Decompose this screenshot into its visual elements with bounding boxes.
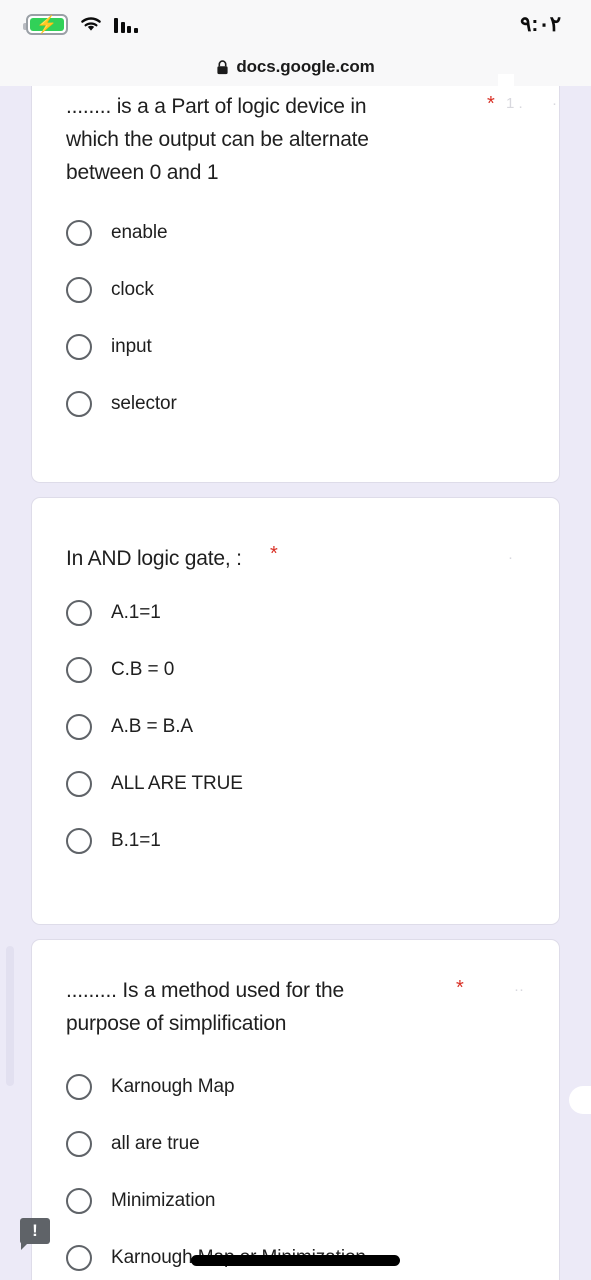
home-indicator-bar[interactable] [191, 1255, 400, 1266]
radio-button[interactable] [66, 1073, 92, 1100]
radio-button[interactable] [66, 713, 92, 740]
question-3-header: ......... Is a method used for the purpo… [32, 940, 559, 1040]
question-1-faint-meta: 1 . [506, 95, 523, 112]
status-bar: ⚡ ٩:٠٢ [0, 0, 591, 48]
option-label: B.1=1 [111, 829, 161, 851]
radio-button[interactable] [66, 827, 92, 854]
status-bar-clock: ٩:٠٢ [520, 12, 561, 36]
option-row[interactable]: input [66, 318, 177, 375]
option-label: all are true [111, 1132, 200, 1154]
chrome-edge-notch [498, 74, 514, 88]
option-label: input [111, 335, 152, 357]
option-row[interactable]: clock [66, 261, 177, 318]
question-2-required-star: * [270, 543, 278, 565]
question-2-options: A.1=1 C.B = 0 A.B = B.A ALL ARE TRUE B.1… [66, 584, 243, 869]
lock-icon [217, 59, 228, 74]
question-3-options: Karnough Map all are true Minimization K… [66, 1058, 366, 1280]
radio-button[interactable] [66, 390, 92, 417]
radio-button[interactable] [66, 276, 92, 303]
option-row[interactable]: B.1=1 [66, 812, 243, 869]
question-card-3: ......... Is a method used for the purpo… [31, 939, 560, 1280]
option-label: A.B = B.A [111, 715, 194, 737]
question-3-required-star: * [456, 977, 464, 999]
radio-button[interactable] [66, 656, 92, 683]
option-row[interactable]: Minimization [66, 1172, 366, 1229]
radio-button[interactable] [66, 219, 92, 246]
option-row[interactable]: selector [66, 375, 177, 432]
question-2-faint-meta-2: · [508, 549, 513, 566]
option-row[interactable]: all are true [66, 1115, 366, 1172]
question-3-faint-meta-2: ·· [514, 981, 524, 998]
option-label: C.B = 0 [111, 658, 175, 680]
question-1-options: enable clock input selector [66, 204, 177, 432]
question-1-header: ........ is a a Part of logic device in … [32, 86, 559, 189]
page-edge-highlight [569, 1086, 591, 1114]
option-row[interactable]: A.1=1 [66, 584, 243, 641]
option-label: Karnough Map [111, 1075, 235, 1097]
question-1-required-star: * [487, 93, 495, 115]
question-card-1: ........ is a a Part of logic device in … [31, 86, 560, 483]
option-label: enable [111, 221, 168, 243]
feedback-exclamation-glyph: ! [32, 1220, 38, 1240]
option-row[interactable]: Karnough Map [66, 1058, 366, 1115]
question-1-text: ........ is a a Part of logic device in … [66, 95, 369, 184]
option-row[interactable]: C.B = 0 [66, 641, 243, 698]
radio-button[interactable] [66, 1130, 92, 1157]
page-scrollbar[interactable] [6, 946, 14, 1086]
option-label: A.1=1 [111, 601, 161, 623]
question-card-2: In AND logic gate, : * · A.1=1 C.B = 0 A… [31, 497, 560, 925]
status-bar-left-icons: ⚡ [23, 13, 138, 35]
radio-button[interactable] [66, 1187, 92, 1214]
option-row[interactable]: ALL ARE TRUE [66, 755, 243, 812]
url-text: docs.google.com [236, 57, 375, 76]
charging-bolt-icon: ⚡ [36, 14, 58, 34]
option-label: clock [111, 278, 154, 300]
question-1-faint-meta-2: · [552, 95, 557, 112]
question-3-text: ......... Is a method used for the purpo… [66, 979, 345, 1035]
option-row[interactable]: A.B = B.A [66, 698, 243, 755]
radio-button[interactable] [66, 770, 92, 797]
question-2-header: In AND logic gate, : * · [32, 498, 559, 575]
wifi-icon [81, 17, 101, 31]
radio-button[interactable] [66, 1244, 92, 1271]
signal-bars-icon [114, 15, 138, 33]
battery-charging-icon: ⚡ [23, 13, 68, 35]
option-row[interactable]: enable [66, 204, 177, 261]
option-label: ALL ARE TRUE [111, 772, 243, 794]
question-2-text: In AND logic gate, : [66, 547, 242, 570]
form-scroll-area[interactable]: ........ is a a Part of logic device in … [0, 86, 591, 1280]
feedback-exclamation-icon[interactable]: ! [20, 1218, 50, 1250]
option-label: selector [111, 392, 177, 414]
option-label: Minimization [111, 1189, 216, 1211]
radio-button[interactable] [66, 333, 92, 360]
radio-button[interactable] [66, 599, 92, 626]
